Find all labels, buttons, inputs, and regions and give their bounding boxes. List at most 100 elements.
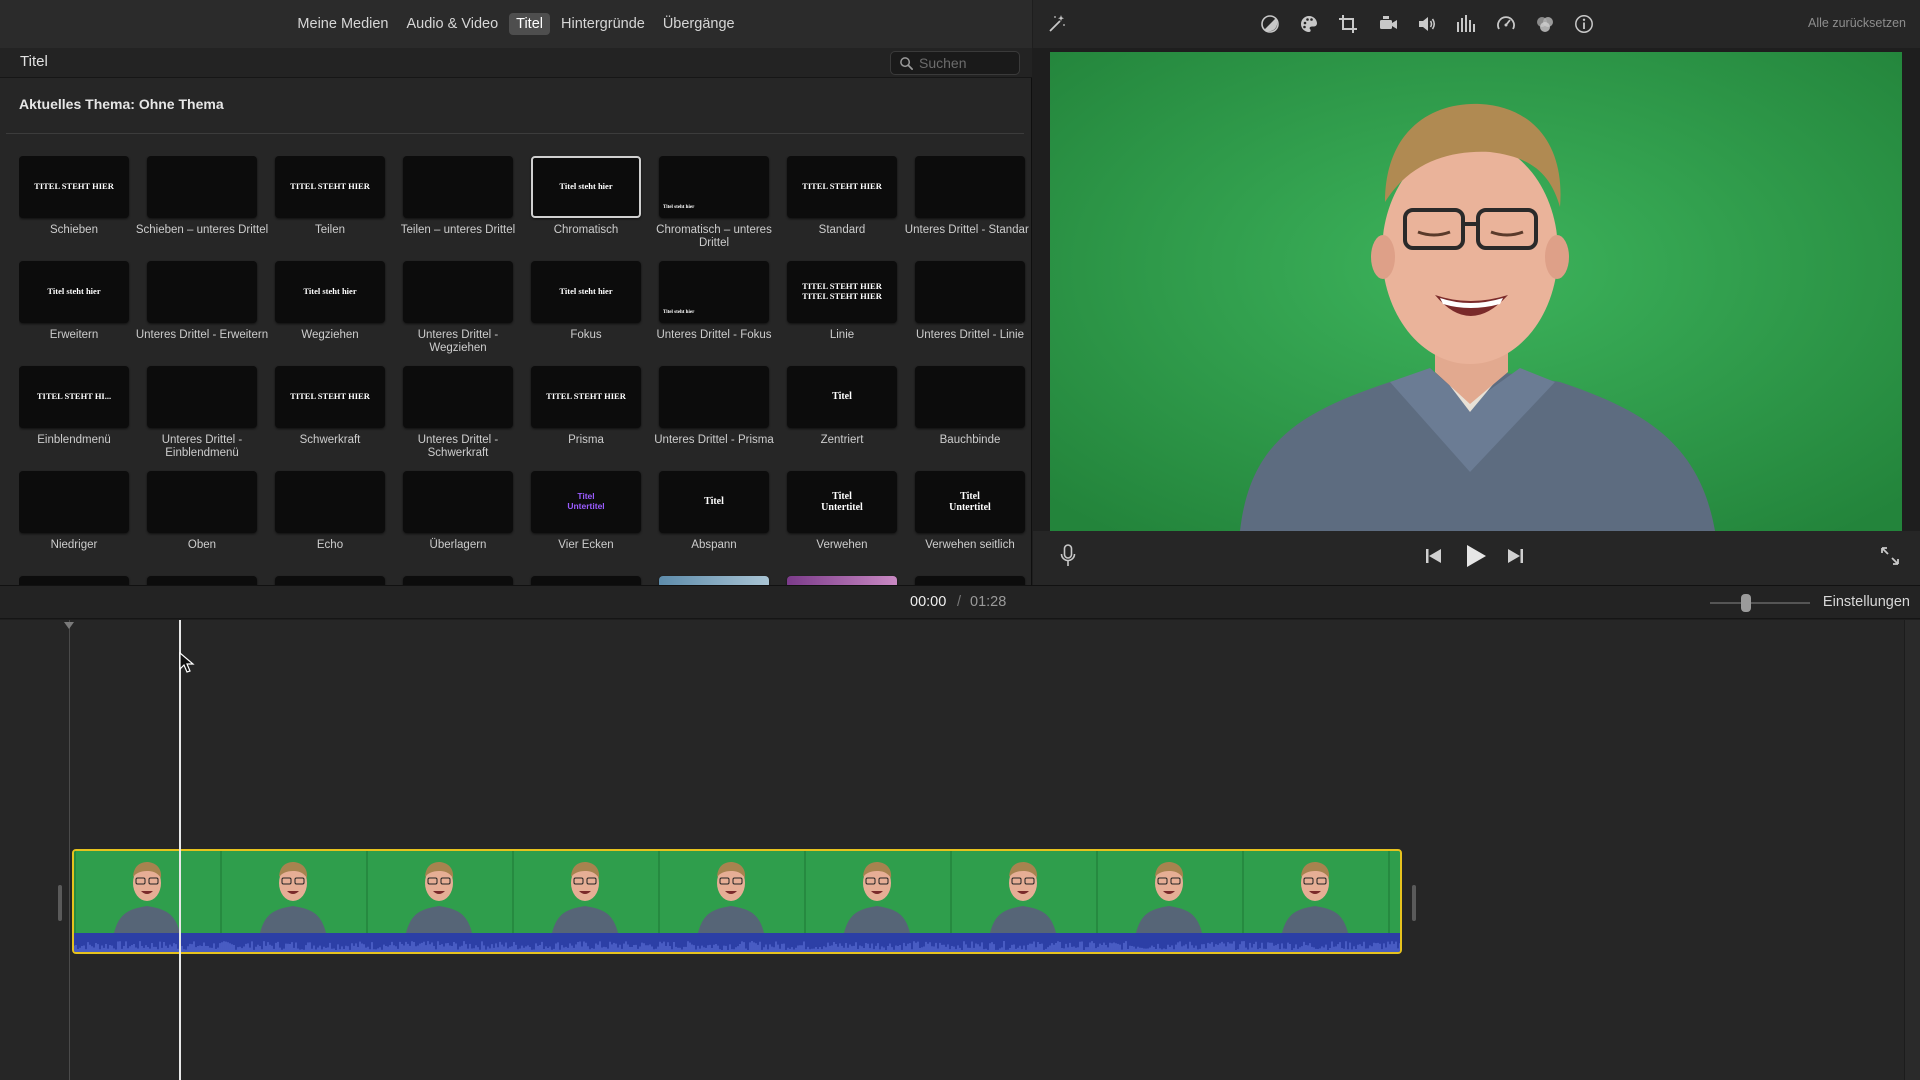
clip-right-handle[interactable]	[1412, 885, 1416, 921]
title-tile-partial[interactable]	[403, 576, 513, 585]
tab-meine-medien[interactable]: Meine Medien	[290, 13, 395, 35]
thumbnail-text: Titel steht hier	[663, 205, 695, 211]
title-tile[interactable]: Unteres Drittel - Standard	[905, 156, 1029, 256]
zoom-slider-knob[interactable]	[1741, 594, 1751, 612]
title-tile[interactable]: Schieben – unteres Drittel	[136, 156, 268, 256]
title-tile-partial[interactable]	[531, 576, 641, 585]
settings-button[interactable]: Einstellungen	[1823, 594, 1910, 610]
title-tile[interactable]: Unteres Drittel - Schwerkraft	[403, 366, 513, 466]
title-tile[interactable]: TITEL STEHT HIER Prisma	[531, 366, 641, 466]
tab-hintergründe[interactable]: Hintergründe	[554, 13, 652, 35]
current-time: 00:00	[910, 594, 947, 610]
title-caption: Überlagern	[429, 539, 487, 551]
title-tile[interactable]: Titel steht hier Fokus	[531, 261, 641, 361]
title-tile[interactable]: TITEL STEHT HIER Standard	[787, 156, 897, 256]
video-clip[interactable]	[72, 849, 1402, 954]
title-tile[interactable]: Oben	[147, 471, 257, 571]
clip-left-handle[interactable]	[58, 885, 62, 921]
title-tile[interactable]: Titel steht hier Erweitern	[19, 261, 129, 361]
title-tile[interactable]: Titel steht hier Unteres Drittel - Fokus	[656, 261, 772, 361]
thumbnail-text: TITEL STEHT HIER	[290, 391, 370, 402]
thumbnail-text: Titel Untertitel	[567, 491, 605, 511]
title-thumbnail	[147, 576, 257, 585]
title-tile[interactable]: TITEL STEHT HIER Teilen	[275, 156, 385, 256]
playhead[interactable]	[179, 620, 181, 1080]
title-tile[interactable]: Titel Untertitel Verwehen seitlich	[915, 471, 1025, 571]
thumbnail-text: Titel Untertitel	[949, 490, 991, 514]
title-caption: Oben	[187, 539, 217, 551]
search-input[interactable]	[919, 54, 1015, 72]
equalizer-icon[interactable]	[1456, 14, 1476, 34]
title-tile[interactable]: Teilen – unteres Drittel	[401, 156, 515, 256]
stabilization-camera-icon[interactable]	[1378, 14, 1398, 34]
video-viewer[interactable]	[1050, 52, 1902, 531]
title-tile[interactable]: Titel steht hier Chromatisch – unteres Dr…	[656, 156, 772, 256]
magic-wand-icon[interactable]	[1046, 14, 1066, 34]
play-icon[interactable]	[1465, 544, 1487, 568]
thumbnail-text: TITEL STEHT HIER	[546, 391, 626, 402]
title-tile-partial[interactable]	[275, 576, 385, 585]
timeline-scrollbar[interactable]	[1904, 620, 1920, 1080]
reset-all-button[interactable]: Alle zurücksetzen	[1808, 16, 1906, 30]
microphone-icon[interactable]	[1060, 544, 1076, 568]
title-tile[interactable]: TITEL STEHT HIER Schwerkraft	[275, 366, 385, 466]
tab-audio-video[interactable]: Audio & Video	[400, 13, 506, 35]
title-caption: Erweitern	[49, 329, 99, 341]
title-tile[interactable]: Niedriger	[19, 471, 129, 571]
title-tile[interactable]: TITEL STEHT HIER Schieben	[19, 156, 129, 256]
title-tile-partial[interactable]	[659, 576, 769, 585]
title-tile-partial[interactable]	[915, 576, 1025, 585]
total-duration: 01:28	[970, 594, 1007, 610]
title-tile[interactable]: TITEL STEHT HI... Einblendmenü	[19, 366, 129, 466]
title-tile[interactable]: Unteres Drittel - Prisma	[654, 366, 774, 466]
color-palette-icon[interactable]	[1299, 14, 1319, 34]
thumbnail-text: Titel steht hier	[559, 286, 613, 297]
title-thumbnail	[915, 576, 1025, 585]
title-thumbnail	[147, 366, 257, 428]
title-tile[interactable]: Überlagern	[403, 471, 513, 571]
volume-icon[interactable]	[1417, 14, 1437, 34]
title-tile-partial[interactable]	[147, 576, 257, 585]
speed-icon[interactable]	[1496, 14, 1516, 34]
title-tile[interactable]: Unteres Drittel - Erweitern	[136, 261, 268, 361]
color-balance-icon[interactable]	[1260, 14, 1280, 34]
title-tile[interactable]: Titel Abspann	[659, 471, 769, 571]
zoom-slider[interactable]	[1710, 602, 1810, 604]
title-tile[interactable]: Unteres Drittel - Einblendmenü	[147, 366, 257, 466]
title-thumbnail	[403, 576, 513, 585]
title-tile-partial[interactable]	[19, 576, 129, 585]
fullscreen-icon[interactable]	[1880, 546, 1900, 566]
clip-audio-waveform	[74, 933, 1400, 952]
crop-icon[interactable]	[1338, 14, 1358, 34]
title-tile[interactable]: TITEL STEHT HIER TITEL STEHT HIER Linie	[787, 261, 897, 361]
thumbnail-text: Titel	[704, 496, 724, 508]
title-tile[interactable]: Echo	[275, 471, 385, 571]
title-tile[interactable]: Titel steht hier Wegziehen	[275, 261, 385, 361]
tab-übergänge[interactable]: Übergänge	[656, 13, 742, 35]
title-tile[interactable]: Titel Untertitel Verwehen	[787, 471, 897, 571]
thumbnail-text: Titel	[832, 391, 852, 403]
skip-forward-icon[interactable]	[1507, 548, 1524, 564]
skip-back-icon[interactable]	[1425, 548, 1442, 564]
divider	[6, 133, 1024, 134]
title-thumbnail: Titel steht hier	[531, 156, 641, 218]
title-thumbnail	[403, 156, 513, 218]
title-tile[interactable]: Unteres Drittel - Linie	[915, 261, 1025, 361]
title-thumbnail: Titel steht hier	[531, 261, 641, 323]
title-tile[interactable]: Titel Zentriert	[787, 366, 897, 466]
title-tile[interactable]: Titel steht hier Chromatisch	[531, 156, 641, 256]
title-tile[interactable]: Bauchbinde	[915, 366, 1025, 466]
title-caption: Unteres Drittel - Einblendmenü	[161, 434, 243, 459]
tab-titel[interactable]: Titel	[509, 13, 550, 35]
clip-frame	[220, 851, 366, 933]
video-filter-icon[interactable]	[1535, 14, 1555, 34]
timeline[interactable]	[0, 620, 1920, 1080]
title-caption: Unteres Drittel - Fokus	[656, 329, 772, 341]
title-tile[interactable]: Unteres Drittel - Wegziehen	[403, 261, 513, 361]
info-icon[interactable]	[1574, 14, 1594, 34]
title-caption: Wegziehen	[301, 329, 359, 341]
search-box[interactable]	[890, 51, 1020, 75]
title-tile[interactable]: Titel Untertitel Vier Ecken	[531, 471, 641, 571]
title-tile-partial[interactable]	[787, 576, 897, 585]
title-thumbnail	[403, 471, 513, 533]
